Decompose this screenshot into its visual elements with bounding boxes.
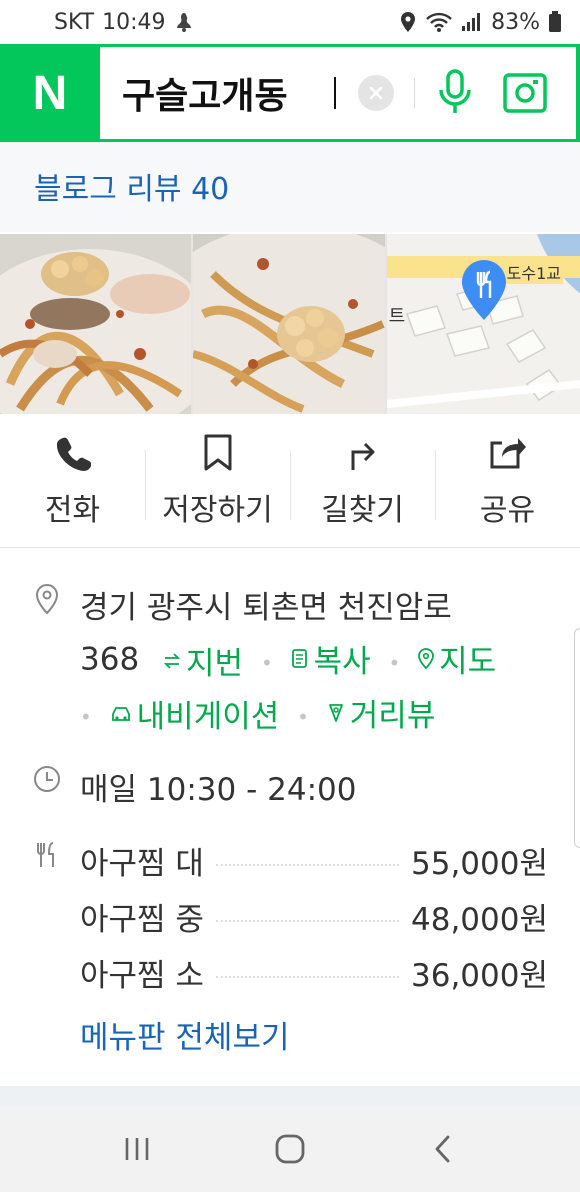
battery-icon (548, 11, 562, 33)
menu-item-price: 48,000원 (411, 902, 548, 938)
swap-icon (163, 652, 181, 670)
carrier-label: SKT (54, 9, 95, 35)
home-button[interactable] (260, 1119, 320, 1179)
save-label: 저장하기 (162, 492, 273, 528)
search-header: N (0, 44, 580, 142)
menu-item-price: 36,000원 (411, 958, 548, 994)
place-details: 경기 광주시 퇴촌면 천진암로 368 지번 • 복사 • 지도 • 내비게이션… (0, 550, 580, 1086)
separator-dot: • (260, 650, 273, 675)
back-button[interactable] (413, 1119, 473, 1179)
save-button[interactable]: 저장하기 (145, 414, 290, 547)
street-view-link[interactable]: 거리뷰 (327, 690, 436, 735)
share-icon (488, 433, 528, 473)
scroll-handle[interactable] (574, 628, 580, 848)
search-divider (414, 78, 415, 108)
voice-search-button[interactable] (433, 63, 477, 123)
clock-icon (32, 764, 62, 794)
menu-item: 아구찜 대 55,000원 (80, 838, 548, 883)
map-label-building: 트 (388, 306, 406, 327)
menu-leader (215, 975, 399, 978)
share-label: 공유 (479, 492, 536, 528)
location-pin-icon (32, 583, 62, 615)
photo-strip: 도수1교 트 (0, 234, 580, 414)
menu-item-name: 아구찜 대 (80, 846, 204, 882)
address-line-3: • 내비게이션 • 거리뷰 (80, 690, 435, 736)
battery-percent: 83% (491, 9, 540, 35)
signal-icon (461, 12, 483, 32)
menu-item-price: 55,000원 (411, 846, 548, 882)
separator-dot: • (388, 650, 401, 675)
directions-label: 길찾기 (321, 492, 404, 528)
naver-logo[interactable]: N (0, 44, 100, 142)
text-caret (334, 77, 336, 109)
blog-review-row: 블로그 리뷰 40 (0, 142, 580, 232)
home-icon (275, 1134, 305, 1164)
map-thumbnail[interactable]: 도수1교 트 (386, 234, 580, 414)
business-hours: 매일 10:30 - 24:00 (80, 772, 357, 808)
clear-icon (369, 86, 383, 100)
location-icon (399, 11, 417, 33)
map-link[interactable]: 지도 (418, 636, 496, 681)
car-icon (110, 704, 132, 724)
separator-dot: • (80, 704, 92, 729)
street-view-icon (327, 702, 345, 724)
food-photo-1[interactable] (0, 234, 192, 414)
call-button[interactable]: 전화 (0, 414, 145, 547)
share-button[interactable]: 공유 (435, 414, 580, 547)
clock: 10:49 (102, 9, 166, 35)
food-photo-2[interactable] (193, 234, 385, 414)
menu-item-name: 아구찜 소 (80, 958, 204, 994)
address-line-2: 368 지번 • 복사 • 지도 (80, 636, 496, 683)
navigation-link[interactable]: 내비게이션 (110, 691, 280, 736)
menu-leader (215, 919, 399, 922)
separator-dot: • (297, 704, 309, 729)
section-divider (0, 1086, 580, 1106)
navigation-label: 내비게이션 (136, 699, 280, 735)
map-pin-small-icon (418, 647, 435, 670)
lens-icon (503, 73, 547, 113)
view-full-menu-link[interactable]: 메뉴판 전체보기 (80, 1012, 290, 1057)
menu-leader (215, 863, 399, 866)
copy-link[interactable]: 복사 (291, 636, 371, 681)
jibun-label: 지번 (186, 646, 244, 682)
search-box (100, 47, 576, 139)
map-label: 지도 (439, 644, 497, 680)
street-view-label: 거리뷰 (349, 698, 436, 734)
map-label-bridge: 도수1교 (504, 260, 563, 284)
address-line-1: 경기 광주시 퇴촌면 천진암로 (80, 590, 452, 626)
wifi-icon (425, 11, 453, 33)
call-label: 전화 (44, 492, 101, 528)
recent-apps-icon (125, 1138, 148, 1160)
utensils-icon (32, 840, 62, 870)
blog-review-link[interactable]: 블로그 리뷰 40 (34, 164, 229, 208)
copy-label: 복사 (313, 644, 371, 680)
search-input[interactable] (122, 72, 334, 114)
menu-item: 아구찜 중 48,000원 (80, 894, 548, 939)
address-number: 368 (80, 641, 140, 678)
microphone-icon (439, 69, 471, 113)
status-bar: SKT 10:49 83% (0, 0, 580, 44)
clear-search-button[interactable] (358, 75, 394, 111)
system-navigation-bar (0, 1106, 580, 1192)
back-icon (435, 1135, 450, 1163)
copy-icon (291, 648, 309, 670)
phone-icon (53, 433, 93, 473)
lens-search-button[interactable] (497, 65, 553, 121)
bookmark-icon (198, 433, 238, 473)
recent-apps-button[interactable] (107, 1119, 167, 1179)
menu-item: 아구찜 소 36,000원 (80, 950, 548, 995)
directions-icon (343, 433, 383, 473)
jibun-link[interactable]: 지번 (163, 638, 243, 683)
menu-item-name: 아구찜 중 (80, 902, 204, 938)
notification-icon (174, 11, 194, 33)
map-pin-icon (461, 260, 506, 320)
action-bar: 전화 저장하기 길찾기 공유 (0, 414, 580, 548)
directions-button[interactable]: 길찾기 (290, 414, 435, 547)
